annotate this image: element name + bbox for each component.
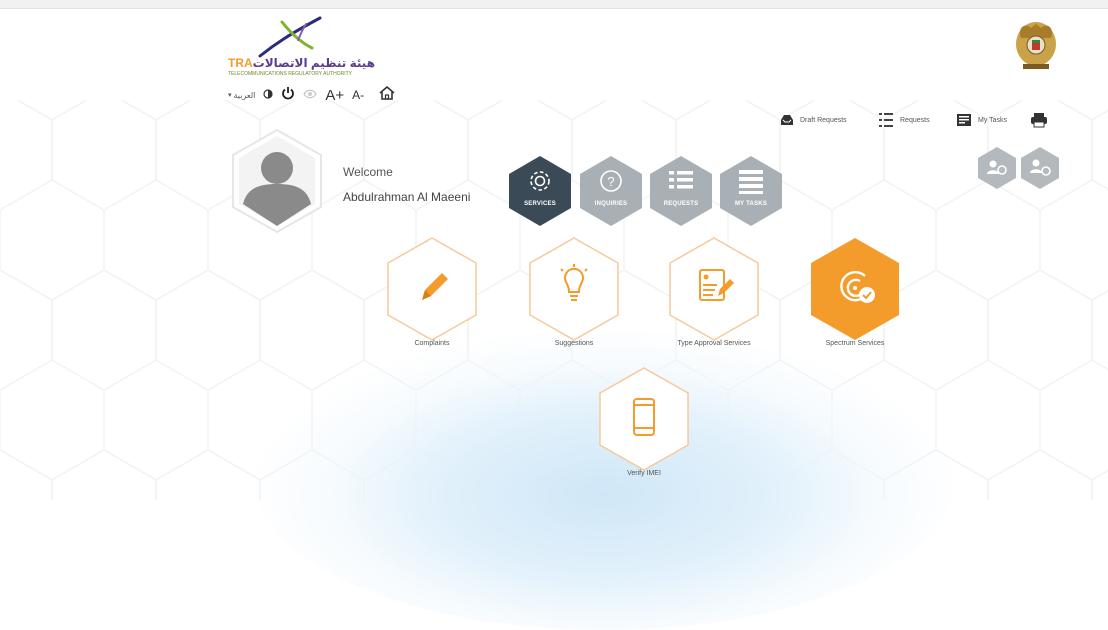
font-decrease-button[interactable]: A- [352, 88, 364, 102]
type-approval-label[interactable]: Type Approval Services [644, 340, 784, 347]
spectrum-label[interactable]: Spectrum Services [785, 340, 925, 347]
language-switch[interactable]: ▾ العربية [228, 91, 255, 100]
suggestions-label[interactable]: Suggestions [504, 340, 644, 347]
spectrum-service[interactable] [809, 236, 901, 342]
verify-imei-label[interactable]: Verify IMEI [574, 470, 714, 477]
logo-tagline: TELECOMMUNICATIONS REGULATORY AUTHORITY [228, 71, 352, 77]
my-tasks-tab-label: MY TASKS [734, 201, 768, 207]
inbox-icon [781, 115, 793, 125]
uae-emblem-icon [1016, 22, 1056, 69]
power-icon[interactable] [281, 86, 295, 105]
tra-logo-icon [258, 16, 322, 58]
user-name: Abdulrahman Al Maeeni [343, 190, 471, 204]
services-tab-label: SERVICES [524, 201, 556, 207]
complaints-label[interactable]: Complaints [362, 340, 502, 347]
requests-tab-label: REQUESTS [663, 201, 699, 207]
chevron-down-icon: ▾ [228, 92, 232, 99]
svg-text:?: ? [607, 174, 614, 189]
tasks-icon [957, 114, 971, 126]
logo-arabic-name: هيئة تنظيم الاتصالات [252, 56, 376, 70]
print-icon [1031, 113, 1047, 128]
type-approval-service[interactable] [668, 236, 760, 342]
welcome-text: Welcome [343, 165, 393, 179]
my-tasks-tab[interactable]: MY TASKS [719, 155, 783, 227]
my-tasks-label: My Tasks [978, 116, 1008, 124]
contrast-icon[interactable] [263, 86, 273, 104]
eye-icon[interactable] [303, 86, 317, 104]
home-icon[interactable] [378, 84, 396, 107]
complaints-service[interactable] [386, 236, 478, 342]
user-silhouette-icon [261, 152, 293, 184]
avatar[interactable] [229, 128, 325, 234]
draft-requests-link[interactable]: Draft Requests [780, 108, 847, 132]
print-button[interactable] [1030, 108, 1048, 132]
verify-imei-service[interactable] [598, 366, 690, 472]
requests-label: Requests [900, 116, 930, 124]
language-label: العربية [233, 90, 256, 100]
services-tab[interactable]: SERVICES [508, 155, 572, 227]
inquiries-tab[interactable]: ? INQUIRIES [579, 155, 643, 227]
draft-requests-label: Draft Requests [800, 116, 847, 124]
suggestions-service[interactable] [528, 236, 620, 342]
settings-hex-button[interactable] [977, 146, 1017, 190]
inquiries-tab-label: INQUIRIES [594, 201, 628, 207]
list-icon [669, 171, 693, 189]
list-icon [879, 113, 893, 127]
my-tasks-link[interactable]: My Tasks [956, 108, 1007, 132]
tra-logo[interactable]: TRAهيئة تنظيم الاتصالات TELECOMMUNICATIO… [228, 16, 378, 78]
accessibility-toolbar: ▾ العربية A+ A- [228, 82, 396, 108]
requests-tab[interactable]: REQUESTS [649, 155, 713, 227]
requests-link[interactable]: Requests [878, 108, 930, 132]
logo-brand: TRA [228, 56, 253, 70]
font-increase-button[interactable]: A+ [325, 87, 344, 104]
profile-hex-button[interactable] [1020, 146, 1060, 190]
